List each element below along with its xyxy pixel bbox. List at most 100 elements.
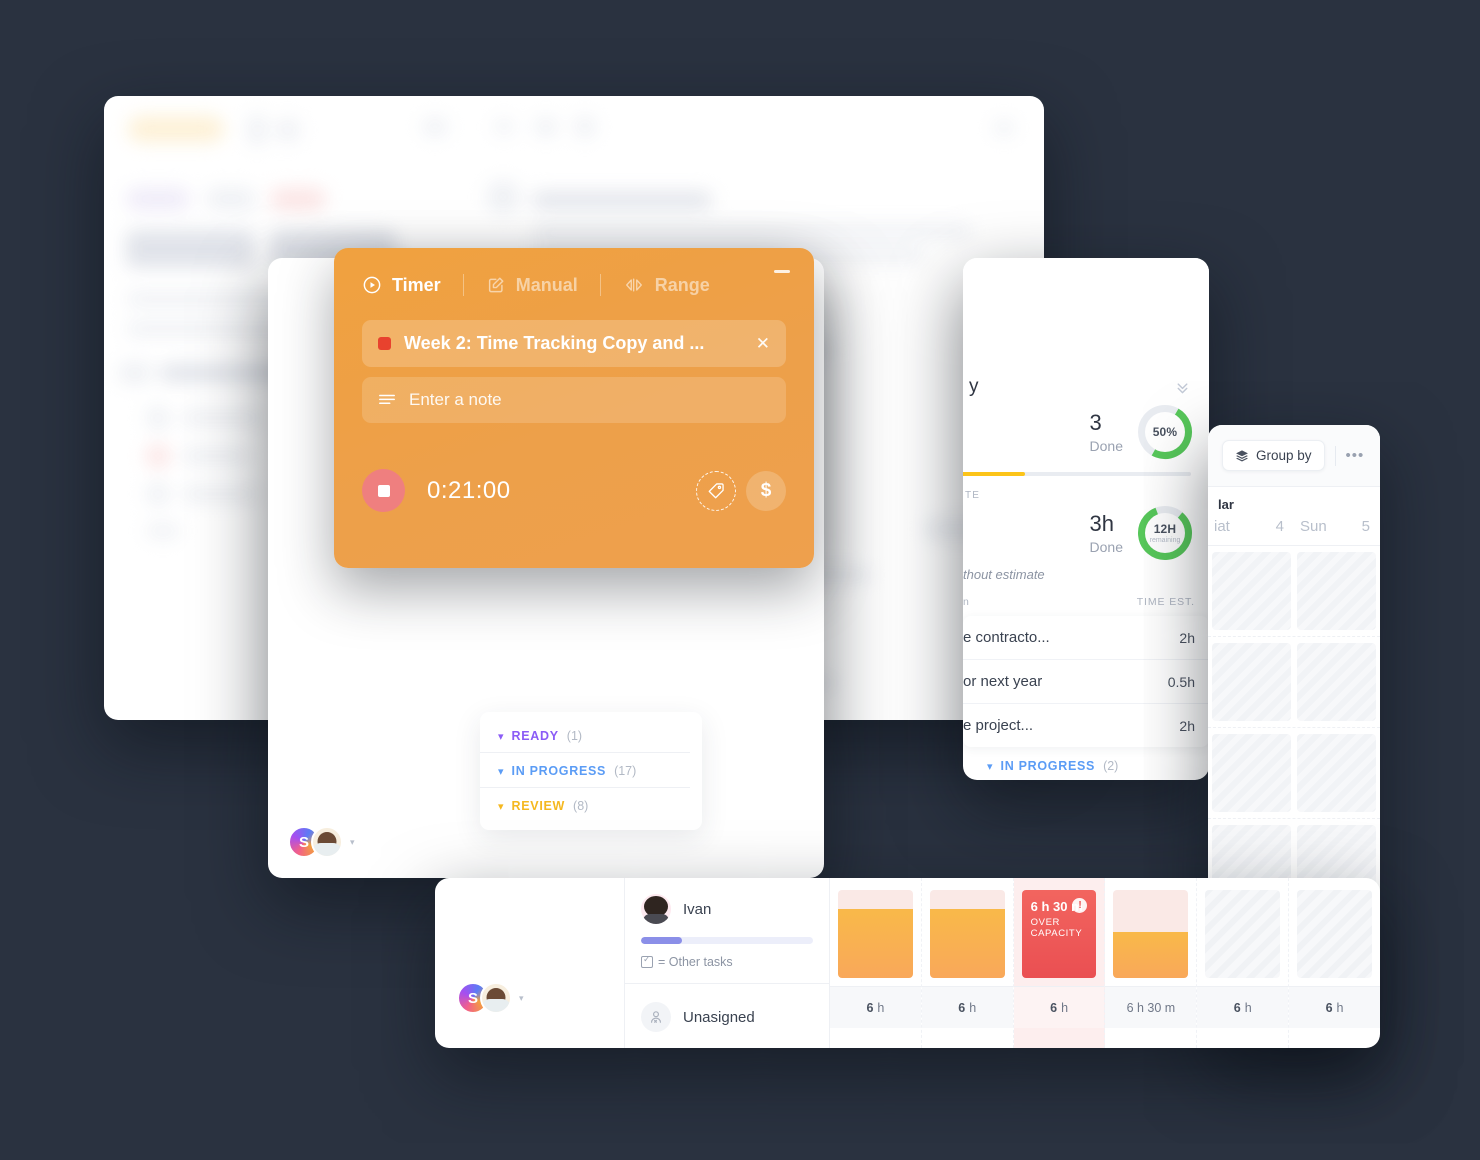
workload-people-column: Ivan = Other tasks (625, 878, 830, 1048)
calendar-row (1208, 637, 1380, 728)
time-estimate-footnote: thout estimate (963, 567, 1045, 582)
chevron-down-icon[interactable]: ▾ (350, 837, 355, 848)
task-progress-ring: 50% (1137, 404, 1193, 460)
timer-controls: 0:21:00 $ (362, 469, 786, 512)
table-row[interactable]: or next year 0.5h (963, 660, 1209, 704)
capacity-block (838, 890, 913, 978)
total-unit: h (1244, 1000, 1252, 1015)
chevron-down-icon: ▾ (498, 765, 504, 778)
checkbox-icon (641, 954, 653, 968)
calendar-cell[interactable] (1212, 643, 1291, 721)
calendar-cell[interactable] (1297, 552, 1376, 630)
status-list-card: ▾ READY (1) ▾ IN PROGRESS (17) ▾ REVIEW … (480, 712, 702, 830)
workload-chart-cell (1197, 878, 1288, 986)
task-estimate: 0.5h (1167, 673, 1195, 690)
day-name: Sun (1300, 518, 1327, 535)
workload-column[interactable]: 6 h (921, 878, 1014, 1048)
calendar-toolbar: Group by ••• (1208, 425, 1380, 487)
capacity-filled (1113, 932, 1189, 978)
status-label: REVIEW (511, 799, 566, 813)
workload-column-over-capacity[interactable]: ! 6 h 30 m OVER CAPACITY 6 h (1013, 878, 1106, 1048)
task-done-count: 3 (1089, 410, 1102, 435)
timer-task-field[interactable]: Week 2: Time Tracking Copy and ... ✕ (362, 320, 786, 367)
calendar-grid (1208, 546, 1380, 910)
person-name: Unasigned (683, 1008, 755, 1026)
tab-timer-label: Timer (392, 274, 441, 295)
calendar-day-col: Sun 5 (1294, 516, 1380, 545)
empty-capacity-block (1297, 890, 1372, 978)
chevron-down-icon[interactable]: ▾ (519, 993, 524, 1004)
progress-panel-window: y 3 Done 50% TE 3h Done 12H remaining th… (963, 258, 1209, 780)
chevron-down-icon: ▾ (498, 800, 504, 813)
workload-chart-cell (1105, 878, 1196, 986)
ivan-avatar (641, 894, 671, 924)
add-tag-button[interactable] (696, 470, 736, 511)
time-estimate-done-caption: Done (1089, 539, 1123, 555)
avatar-stack[interactable]: S ▾ (288, 826, 355, 858)
workload-total: 6 h (1013, 986, 1105, 1028)
workload-column[interactable]: 6 h (1289, 878, 1380, 1048)
capacity-block (929, 890, 1005, 978)
capacity-filled (838, 909, 913, 978)
estimate-table: e contracto... 2h or next year 0.5h e pr… (963, 616, 1209, 747)
avatar-stack[interactable]: S ▾ (457, 982, 524, 1014)
table-row[interactable]: e project... 2h (963, 704, 1209, 747)
billable-button[interactable]: $ (746, 470, 786, 511)
workload-left-spacer: S ▾ (435, 878, 625, 1048)
person-header: Ivan (641, 894, 813, 924)
status-row-review[interactable]: ▾ REVIEW (8) (480, 788, 690, 822)
table-row[interactable]: e contracto... 2h (963, 616, 1209, 660)
workload-layout: S ▾ Ivan = Other tasks (435, 878, 1380, 1048)
status-group-in-progress[interactable]: ▾ IN PROGRESS (2) (963, 747, 1209, 780)
workload-chart-cell: ! 6 h 30 m OVER CAPACITY (1014, 878, 1105, 986)
ellipsis-icon[interactable]: ••• (1346, 447, 1365, 464)
legend-text: = Other tasks (658, 955, 733, 969)
minimize-button[interactable] (774, 270, 790, 273)
estimate-table-col-est: TIME EST. (1136, 596, 1195, 608)
status-row-ready[interactable]: ▾ READY (1) (480, 718, 690, 753)
tab-range[interactable]: Range (601, 275, 732, 296)
avatar[interactable] (311, 826, 343, 858)
tab-range-label: Range (654, 274, 710, 295)
calendar-cell[interactable] (1212, 552, 1291, 630)
calendar-cell[interactable] (1297, 734, 1376, 812)
workload-column[interactable]: 6 h 30 m (1105, 878, 1198, 1048)
workload-person-unassigned[interactable]: Unasigned (625, 984, 829, 1048)
group-by-button[interactable]: Group by (1222, 440, 1325, 471)
task-status-dot (378, 337, 391, 350)
status-count: (17) (614, 764, 637, 778)
total-value: 6 (866, 1000, 874, 1015)
calendar-cell[interactable] (1297, 643, 1376, 721)
total-value: 6 (1233, 1000, 1241, 1015)
timer-task-title: Week 2: Time Tracking Copy and ... (404, 333, 705, 353)
clear-task-icon[interactable]: ✕ (756, 334, 770, 354)
chevron-double-down-icon[interactable] (1174, 379, 1191, 396)
tab-manual[interactable]: Manual (464, 275, 600, 296)
workload-total: 6 h (830, 986, 921, 1028)
tab-timer[interactable]: Timer (362, 275, 463, 296)
workload-chart-cell (1289, 878, 1380, 986)
time-tracking-timer-card: Timer Manual Range Week 2: Time Tracking… (334, 248, 814, 568)
task-progress-numbers: 3 Done (1090, 410, 1123, 454)
time-estimate-row: 3h Done 12H remaining (963, 501, 1209, 561)
day-name: iat (1214, 518, 1230, 535)
workload-window: S ▾ Ivan = Other tasks (435, 878, 1380, 1048)
tag-icon (707, 481, 726, 500)
status-row-in-progress[interactable]: ▾ IN PROGRESS (17) (480, 753, 690, 788)
task-estimate: 2h (1179, 717, 1195, 734)
status-count: (2) (1103, 759, 1119, 773)
avatar[interactable] (480, 982, 512, 1014)
other-tasks-legend: = Other tasks (641, 954, 813, 969)
workload-person-ivan[interactable]: Ivan = Other tasks (625, 878, 829, 984)
calendar-day-col: iat 4 (1208, 516, 1294, 545)
stop-button[interactable] (362, 469, 405, 512)
timer-note-field[interactable]: Enter a note (362, 377, 786, 423)
calendar-cell[interactable] (1212, 734, 1291, 812)
day-number: 5 (1361, 518, 1370, 535)
status-label: IN PROGRESS (511, 764, 607, 778)
task-name: e contracto... (963, 629, 1050, 646)
total-unit: h (1061, 1000, 1069, 1015)
workload-column[interactable]: 6 h (1197, 878, 1290, 1048)
workload-column[interactable]: 6 h (830, 878, 922, 1048)
capacity-filled (929, 909, 1005, 978)
